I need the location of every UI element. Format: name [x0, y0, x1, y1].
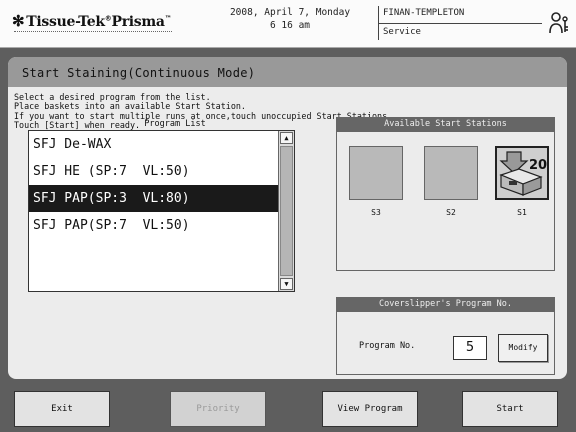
triangle-up-icon: ▲	[284, 134, 289, 142]
modify-button[interactable]: Modify	[498, 334, 548, 362]
logo-underline	[14, 31, 172, 33]
program-list-scrollbar[interactable]: ▲ ▼	[278, 131, 294, 291]
coverslipper-box: Program No. 5 Modify	[336, 311, 555, 375]
stations-box: S3 S2 20 S1	[336, 131, 555, 271]
exit-button[interactable]: Exit	[14, 391, 110, 427]
station-label: S3	[371, 208, 381, 217]
user-key-icon[interactable]	[548, 11, 570, 35]
basket-count: 20	[529, 158, 547, 173]
start-button[interactable]: Start	[462, 391, 558, 427]
user-divider-horizontal	[378, 23, 542, 24]
time-text: 6 16 am	[269, 20, 311, 31]
stations-header: Available Start Stations	[336, 117, 555, 131]
station-label: S1	[517, 208, 527, 217]
station-label: S2	[446, 208, 456, 217]
program-item-selected[interactable]: SFJ PAP(SP:3 VL:80)	[29, 185, 294, 212]
brand-logo: ✻ Tissue-Tek®Prisma™	[12, 12, 172, 30]
station-s1[interactable]: 20	[495, 146, 549, 200]
scroll-down-button[interactable]: ▼	[280, 278, 293, 290]
user-info: FINAN-TEMPLETON Service	[378, 6, 542, 42]
program-item[interactable]: SFJ HE (SP:7 VL:50)	[29, 158, 294, 185]
scroll-thumb[interactable]	[280, 146, 293, 276]
program-item[interactable]: SFJ De-WAX	[29, 131, 294, 158]
program-list-label: Program List	[144, 119, 206, 129]
scroll-up-button[interactable]: ▲	[280, 132, 293, 144]
date-text: 2008, April 7, Monday	[229, 7, 351, 18]
top-bar: ✻ Tissue-Tek®Prisma™ 2008, April 7, Monda…	[0, 0, 576, 48]
date-time-display: 2008, April 7, Monday 6 16 am	[210, 6, 370, 32]
screen-title: Start Staining(Continuous Mode)	[8, 57, 567, 87]
user-name: FINAN-TEMPLETON	[383, 8, 465, 18]
bottom-bar: Exit Priority View Program Start	[0, 385, 576, 432]
basket-arrow-icon: 20	[499, 151, 547, 196]
priority-button[interactable]: Priority	[170, 391, 266, 427]
triangle-down-icon: ▼	[284, 280, 289, 288]
station-s3[interactable]	[349, 146, 403, 200]
user-role: Service	[383, 27, 421, 37]
program-item[interactable]: SFJ PAP(SP:7 VL:50)	[29, 212, 294, 239]
view-program-button[interactable]: View Program	[322, 391, 418, 427]
star-logo-icon: ✻	[12, 12, 25, 30]
program-no-field[interactable]: 5	[453, 336, 487, 360]
program-list[interactable]: SFJ De-WAX SFJ HE (SP:7 VL:50) SFJ PAP(S…	[28, 130, 295, 292]
station-s2[interactable]	[424, 146, 478, 200]
program-no-label: Program No.	[359, 341, 416, 351]
coverslipper-header: Coverslipper's Program No.	[336, 297, 555, 311]
